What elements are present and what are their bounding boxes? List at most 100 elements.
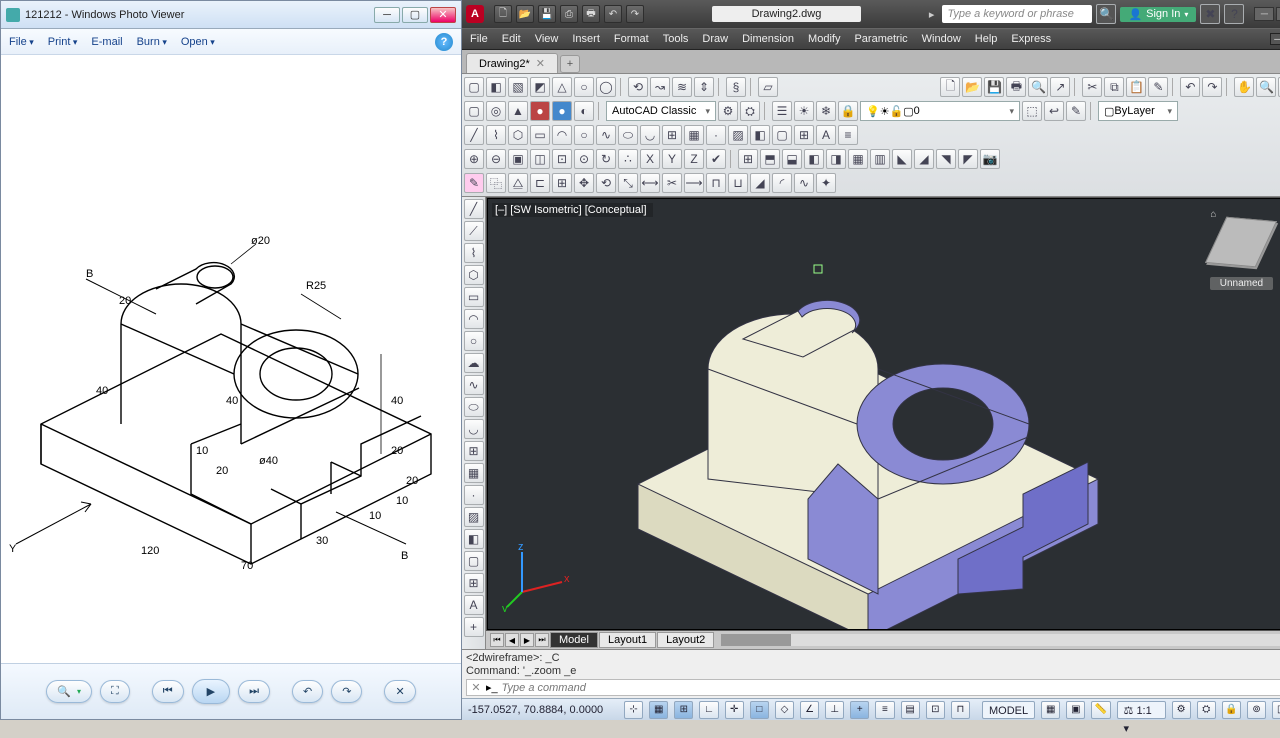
draw-line-icon[interactable]: ╱ (464, 125, 484, 145)
tool-new2-icon[interactable]: 🗋 (940, 77, 960, 97)
draw-hatch-icon[interactable]: ▨ (728, 125, 748, 145)
wpv-rotate-ccw-button[interactable]: ↶ (292, 680, 323, 703)
ucs-prev-icon[interactable]: ⊖ (486, 149, 506, 169)
menu-window[interactable]: Window (922, 33, 961, 45)
layer-iso-icon[interactable]: ⬚ (1022, 101, 1042, 121)
layer-props-icon[interactable]: ☰ (772, 101, 792, 121)
tool-pan-icon[interactable]: ✋ (1234, 77, 1254, 97)
layout-tab-1[interactable]: Layout1 (599, 632, 656, 648)
lt-polygon-icon[interactable]: ⬡ (464, 265, 484, 285)
acad-maximize-button[interactable]: ▢ (1276, 7, 1280, 21)
sb-qview-icon[interactable]: ▣ (1066, 701, 1085, 719)
workspace-select[interactable]: AutoCAD Classic (606, 101, 716, 121)
lt-block-icon[interactable]: ▦ (464, 463, 484, 483)
tool-open2-icon[interactable]: 📂 (962, 77, 982, 97)
menu-insert[interactable]: Insert (572, 33, 600, 45)
tool-redo2-icon[interactable]: ↷ (1202, 77, 1222, 97)
mod-erase-icon[interactable]: ✎ (464, 173, 484, 193)
qat-undo-icon[interactable]: ↶ (604, 5, 622, 23)
sb-lock-icon[interactable]: 🔒 (1222, 701, 1241, 719)
tool-polysolid-icon[interactable]: ▧ (508, 77, 528, 97)
view-ne-icon[interactable]: ◥ (936, 149, 956, 169)
mod-stretch-icon[interactable]: ⟷ (640, 173, 660, 193)
wpv-delete-button[interactable]: ✕ (384, 680, 415, 703)
cmd-close-icon[interactable]: ✕ (470, 681, 482, 694)
lt-gradient-icon[interactable]: ◧ (464, 529, 484, 549)
search-go-button[interactable]: 🔍 (1096, 4, 1116, 24)
mod-array-icon[interactable]: ⊞ (552, 173, 572, 193)
wpv-titlebar[interactable]: 121212 - Windows Photo Viewer ─ ▢ ✕ (1, 1, 461, 29)
draw-block-icon[interactable]: ▦ (684, 125, 704, 145)
sb-hw-icon[interactable]: ⊚ (1247, 701, 1266, 719)
autocad-logo-icon[interactable]: A (466, 5, 484, 23)
layer-prev-icon[interactable]: ↩ (1044, 101, 1064, 121)
view-back-icon[interactable]: ▥ (870, 149, 890, 169)
draw-pline-icon[interactable]: ⌇ (486, 125, 506, 145)
layer-match-icon[interactable]: ✎ (1066, 101, 1086, 121)
qat-redo-icon[interactable]: ↷ (626, 5, 644, 23)
view-front-icon[interactable]: ▦ (848, 149, 868, 169)
draw-text-icon[interactable]: A (816, 125, 836, 145)
wpv-zoom-button[interactable]: 🔍 (46, 680, 92, 703)
draw-polygon-icon[interactable]: ⬡ (508, 125, 528, 145)
draw-gradient-icon[interactable]: ◧ (750, 125, 770, 145)
draw-circle-icon[interactable]: ○ (574, 125, 594, 145)
wpv-menu-open[interactable]: Open (181, 36, 215, 48)
layer-state-icon[interactable]: ☀ (794, 101, 814, 121)
workspace-gear-icon[interactable]: ⛭ (740, 101, 760, 121)
lt-insert-icon[interactable]: ⊞ (464, 441, 484, 461)
ucs-obj-icon[interactable]: ◫ (530, 149, 550, 169)
lt-revcloud-icon[interactable]: ☁ (464, 353, 484, 373)
layout-tab-2[interactable]: Layout2 (657, 632, 714, 648)
wpv-next-button[interactable]: ⏭ (238, 680, 270, 703)
tool-torus-icon[interactable]: ◎ (486, 101, 506, 121)
view-se-icon[interactable]: ◢ (914, 149, 934, 169)
wpv-image-area[interactable]: B ø20 20 40 R25 40 40 10 20 ø40 20 20 10… (1, 55, 461, 663)
layer-lock-icon[interactable]: 🔒 (838, 101, 858, 121)
command-input[interactable]: ✕ ▸_ Type a command (466, 679, 1280, 696)
mdi-min-button[interactable]: ─ (1270, 33, 1280, 45)
tool-sweep-icon[interactable]: ↝ (650, 77, 670, 97)
signin-button[interactable]: 👤Sign In▾ (1120, 7, 1196, 22)
wpv-maximize-button[interactable]: ▢ (402, 7, 428, 23)
tool-match-icon[interactable]: ✎ (1148, 77, 1168, 97)
lt-addsel-icon[interactable]: + (464, 617, 484, 637)
mod-break-icon[interactable]: ⊓ (706, 173, 726, 193)
lt-xline-icon[interactable]: ⟋ (464, 221, 484, 241)
tool-surface-icon[interactable]: ◐ (574, 101, 594, 121)
ucs-origin-icon[interactable]: ⊙ (574, 149, 594, 169)
sb-3dosnap-icon[interactable]: ◇ (775, 701, 794, 719)
tool-solid-blue-icon[interactable]: ● (552, 101, 572, 121)
viewcube[interactable]: ⌂ Unnamed (1206, 209, 1276, 299)
sb-lwt-icon[interactable]: ≡ (875, 701, 894, 719)
lt-ellarc-icon[interactable]: ◡ (464, 419, 484, 439)
tool-region-icon[interactable]: ▢ (464, 101, 484, 121)
layer-freeze-icon[interactable]: ❄ (816, 101, 836, 121)
tool-cyl-icon[interactable]: ◯ (596, 77, 616, 97)
sb-infer-icon[interactable]: ⊹ (624, 701, 643, 719)
mod-fillet-icon[interactable]: ◜ (772, 173, 792, 193)
lt-ellipse-icon[interactable]: ⬭ (464, 397, 484, 417)
sb-snap-icon[interactable]: ▦ (649, 701, 668, 719)
draw-region2-icon[interactable]: ▢ (772, 125, 792, 145)
draw-spline-icon[interactable]: ∿ (596, 125, 616, 145)
view-named-icon[interactable]: ⊞ (738, 149, 758, 169)
ucs-x-icon[interactable]: X (640, 149, 660, 169)
tool-cut-icon[interactable]: ✂ (1082, 77, 1102, 97)
tool-sphere-icon[interactable]: ○ (574, 77, 594, 97)
lt-line-icon[interactable]: ╱ (464, 199, 484, 219)
lt-circle-icon[interactable]: ○ (464, 331, 484, 351)
sb-annovis-icon[interactable]: ⚙ (1172, 701, 1191, 719)
lt-spline-icon[interactable]: ∿ (464, 375, 484, 395)
status-coords[interactable]: -157.0527, 70.8884, 0.0000 (468, 704, 618, 716)
mod-scale-icon[interactable]: ⤡ (618, 173, 638, 193)
layout-hscrollbar[interactable] (721, 634, 1280, 646)
tool-wedge-icon[interactable]: ◩ (530, 77, 550, 97)
tool-solid-red-icon[interactable]: ● (530, 101, 550, 121)
tool-extrude-icon[interactable]: ◧ (486, 77, 506, 97)
mod-offset-icon[interactable]: ⊏ (530, 173, 550, 193)
menu-file[interactable]: File (470, 33, 488, 45)
wpv-help-button[interactable]: ? (435, 33, 453, 51)
draw-table-icon[interactable]: ⊞ (794, 125, 814, 145)
sb-tpy-icon[interactable]: ▤ (901, 701, 920, 719)
